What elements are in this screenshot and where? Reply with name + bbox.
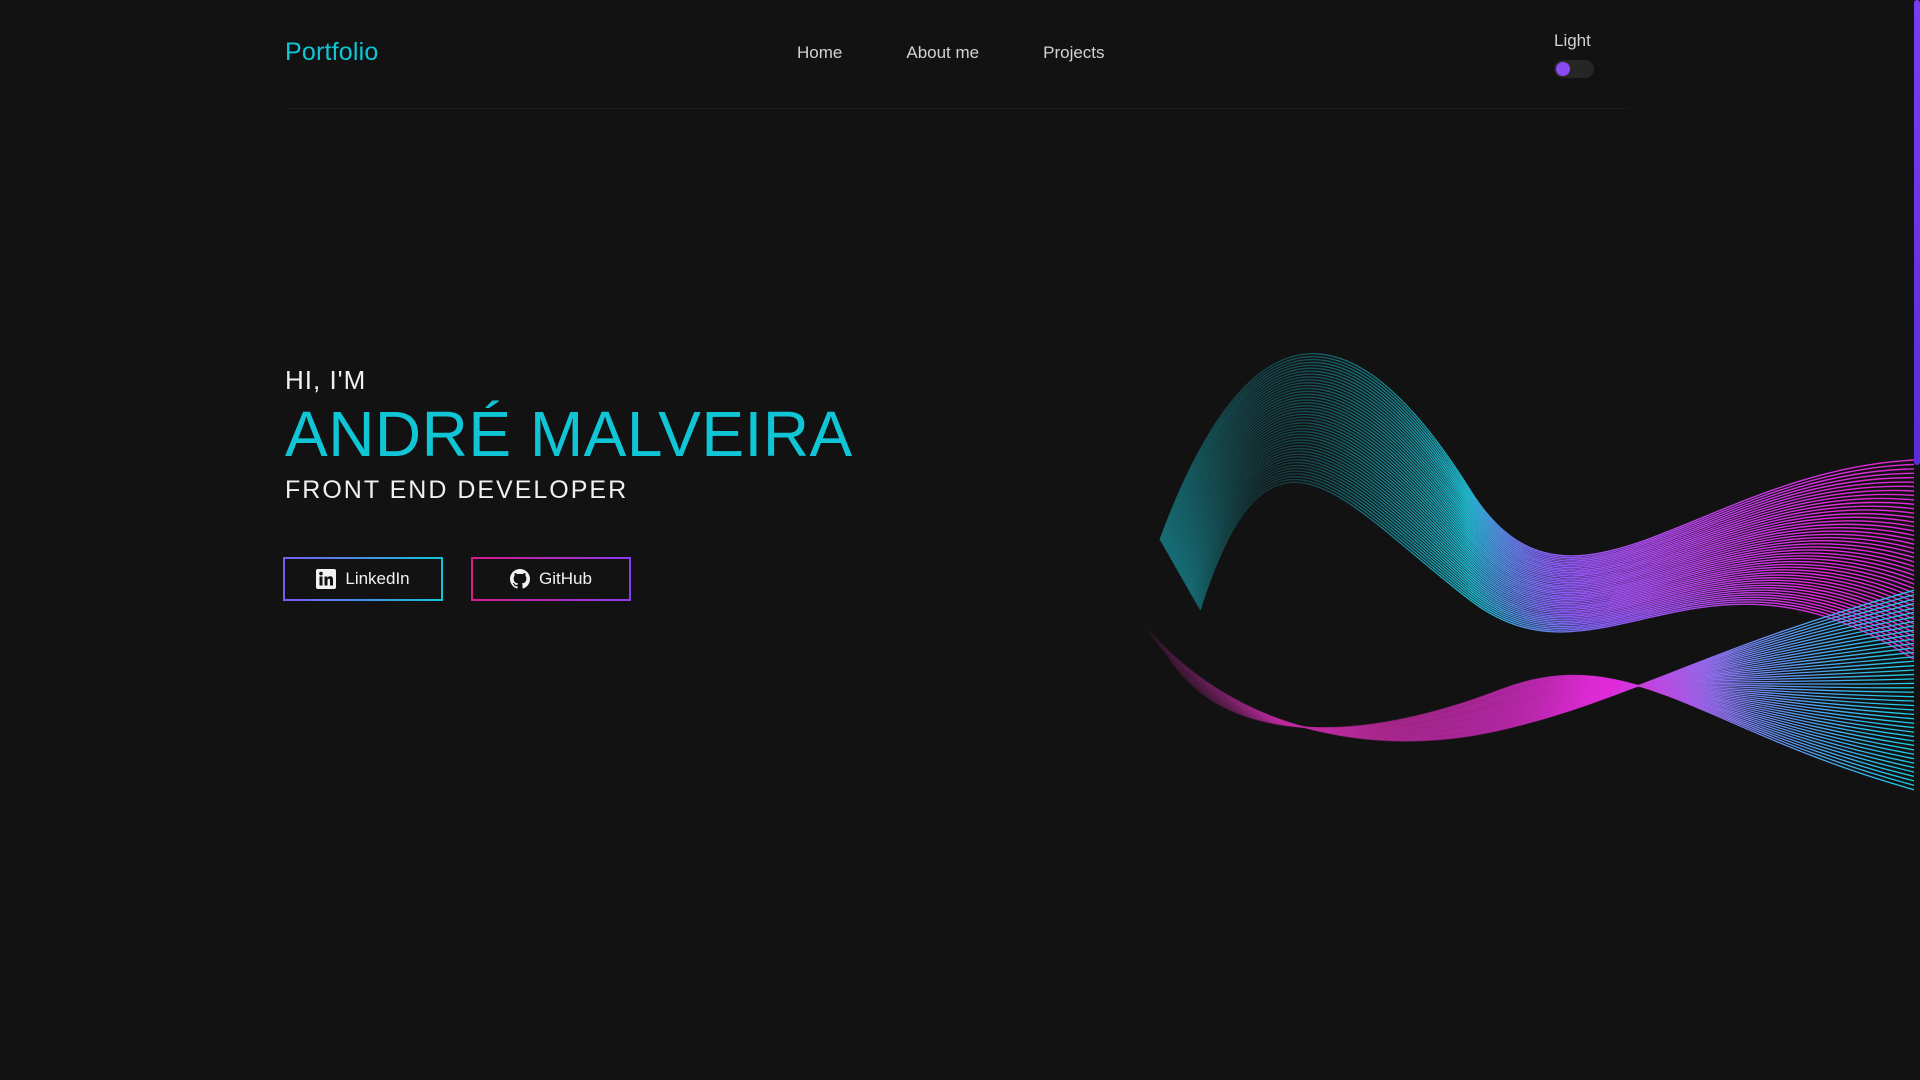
github-button[interactable]: GitHub xyxy=(471,557,631,601)
hero-name: ANDRÉ MALVEIRA xyxy=(285,398,853,470)
social-buttons: LinkedIn GitHub xyxy=(283,557,631,601)
hero-greeting: HI, I'M xyxy=(285,365,367,395)
hero-section: HI, I'M ANDRÉ MALVEIRA FRONT END DEVELOP… xyxy=(285,365,853,505)
github-button-label: GitHub xyxy=(539,569,592,588)
linkedin-button[interactable]: LinkedIn xyxy=(283,557,443,601)
theme-toggle[interactable]: Light xyxy=(1554,31,1614,78)
github-icon xyxy=(510,569,531,589)
wave-art xyxy=(1140,353,1915,791)
page-scrollbar[interactable] xyxy=(1914,0,1920,1080)
theme-switch[interactable] xyxy=(1554,60,1594,78)
logo-link[interactable]: Portfolio xyxy=(285,38,379,67)
wave-line-upper xyxy=(1171,393,1915,580)
linkedin-icon xyxy=(316,569,337,589)
nav-about-link[interactable]: About me xyxy=(906,43,979,63)
page: Portfolio Home About me Projects Light H… xyxy=(0,0,1920,1080)
linkedin-button-label: LinkedIn xyxy=(345,569,410,588)
nav-home-link[interactable]: Home xyxy=(797,43,842,63)
hero-role: FRONT END DEVELOPER xyxy=(285,476,629,504)
theme-switch-knob xyxy=(1556,62,1570,76)
scrollbar-thumb[interactable] xyxy=(1914,0,1920,465)
site-header: Portfolio Home About me Projects Light xyxy=(285,0,1628,109)
nav-projects-link[interactable]: Projects xyxy=(1043,43,1104,63)
main-nav: Home About me Projects xyxy=(797,43,1105,63)
theme-toggle-label: Light xyxy=(1554,31,1591,50)
